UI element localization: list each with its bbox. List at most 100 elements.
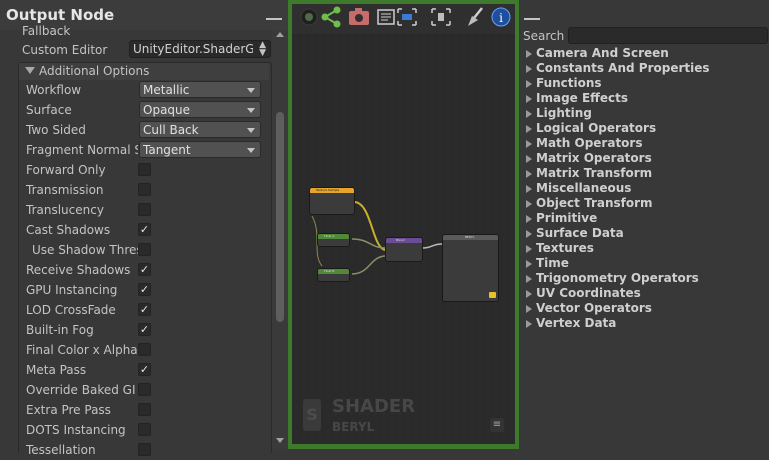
float-b-node[interactable]: Float B bbox=[317, 268, 350, 282]
option-checkbox[interactable]: ✓ bbox=[138, 363, 151, 376]
info-icon[interactable]: i bbox=[490, 4, 512, 30]
expand-arrow-icon bbox=[526, 170, 532, 178]
share-icon[interactable] bbox=[320, 4, 342, 30]
node-canvas[interactable]: Texture Sample Float A Float B Blend BER… bbox=[292, 34, 515, 444]
option-checkbox[interactable] bbox=[138, 343, 151, 356]
category-label: Logical Operators bbox=[536, 121, 657, 135]
option-checkbox[interactable]: ✓ bbox=[138, 223, 151, 236]
float-a-node[interactable]: Float A bbox=[317, 233, 350, 247]
option-row-override-baked-gi: Override Baked GI bbox=[0, 380, 270, 400]
expand-arrow-icon bbox=[526, 245, 532, 253]
scroll-down-icon[interactable] bbox=[276, 438, 284, 443]
show-console-icon[interactable] bbox=[430, 4, 452, 30]
take-snapshot-icon[interactable] bbox=[376, 4, 398, 30]
blend-title: Blend bbox=[396, 238, 405, 242]
option-dropdown[interactable]: Metallic bbox=[139, 81, 261, 98]
dropdown-arrow-icon bbox=[247, 88, 255, 93]
expand-arrow-icon bbox=[526, 110, 532, 118]
option-checkbox[interactable] bbox=[138, 423, 151, 436]
blend-node[interactable]: Blend bbox=[385, 237, 423, 262]
cleanup-icon[interactable] bbox=[464, 4, 486, 30]
option-row-dots-instancing: DOTS Instancing bbox=[0, 420, 270, 440]
category-label: Textures bbox=[536, 241, 594, 255]
custom-editor-field[interactable]: UnityEditor.ShaderGr ▲ ▼ bbox=[129, 40, 271, 58]
dropdown-arrow-icon bbox=[247, 148, 255, 153]
category-label: Camera And Screen bbox=[536, 46, 669, 60]
option-checkbox[interactable] bbox=[138, 243, 151, 256]
option-row-surface: Surface Opaque bbox=[0, 100, 270, 120]
dropdown-arrow-icon bbox=[247, 128, 255, 133]
option-row-gpu-instancing: GPU Instancing ✓ bbox=[0, 280, 270, 300]
foldout-arrow-icon bbox=[25, 67, 35, 74]
fallback-label: Fallback bbox=[22, 24, 71, 36]
canvas-menu-icon[interactable]: ≡ bbox=[490, 418, 504, 432]
option-dropdown[interactable]: Opaque bbox=[139, 101, 261, 118]
option-label: Extra Pre Pass bbox=[26, 403, 111, 417]
expand-arrow-icon bbox=[526, 65, 532, 73]
search-label: Search bbox=[523, 29, 565, 43]
expand-arrow-icon bbox=[526, 290, 532, 298]
shader-beryl-logo-icon: S bbox=[303, 399, 321, 431]
clean-icon[interactable] bbox=[396, 4, 418, 30]
expand-arrow-icon bbox=[526, 185, 532, 193]
option-label: Transmission bbox=[26, 183, 104, 197]
watermark-beryl: BERYL bbox=[332, 420, 375, 434]
option-label: Translucency bbox=[26, 203, 104, 217]
category-label: Constants And Properties bbox=[536, 61, 710, 75]
option-label: Forward Only bbox=[26, 163, 106, 177]
option-checkbox[interactable] bbox=[138, 203, 151, 216]
option-label: Final Color x Alpha bbox=[26, 343, 138, 357]
option-checkbox[interactable] bbox=[138, 383, 151, 396]
category-label: Vector Operators bbox=[536, 301, 652, 315]
texture-sample-title: Texture Sample bbox=[316, 188, 340, 192]
svg-text:i: i bbox=[499, 11, 503, 25]
option-checkbox[interactable] bbox=[138, 183, 151, 196]
dropdown-value: Opaque bbox=[143, 103, 191, 117]
search-input[interactable] bbox=[568, 27, 768, 44]
option-label: Meta Pass bbox=[26, 363, 87, 377]
category-label: Lighting bbox=[536, 106, 592, 120]
option-checkbox[interactable] bbox=[138, 443, 151, 456]
texture-sample-node[interactable]: Texture Sample bbox=[309, 187, 355, 215]
option-label: Built-in Fog bbox=[26, 323, 94, 337]
option-dropdown[interactable]: Tangent bbox=[139, 141, 261, 158]
additional-options-foldout[interactable]: Additional Options bbox=[19, 63, 269, 80]
option-checkbox[interactable]: ✓ bbox=[138, 283, 151, 296]
option-row-built-in-fog: Built-in Fog ✓ bbox=[0, 320, 270, 340]
expand-arrow-icon bbox=[526, 215, 532, 223]
option-checkbox[interactable] bbox=[138, 163, 151, 176]
option-checkbox[interactable]: ✓ bbox=[138, 323, 151, 336]
expand-arrow-icon bbox=[526, 80, 532, 88]
custom-editor-label: Custom Editor bbox=[22, 43, 108, 57]
palette-menu-icon[interactable] bbox=[524, 18, 540, 20]
scroll-up-icon[interactable] bbox=[276, 32, 284, 37]
option-row-translucency: Translucency bbox=[0, 200, 270, 220]
option-label: Override Baked GI bbox=[26, 383, 136, 397]
category-label: Vertex Data bbox=[536, 316, 617, 330]
panel-title: Output Node bbox=[6, 6, 115, 24]
expand-arrow-icon bbox=[526, 230, 532, 238]
float-a-title: Float A bbox=[324, 234, 335, 238]
category-label: Miscellaneous bbox=[536, 181, 632, 195]
output-node[interactable]: BERYL bbox=[442, 234, 499, 302]
option-checkbox[interactable]: ✓ bbox=[138, 263, 151, 276]
option-dropdown[interactable]: Cull Back bbox=[139, 121, 261, 138]
panel-menu-icon[interactable] bbox=[266, 18, 282, 20]
option-checkbox[interactable] bbox=[138, 403, 151, 416]
option-row-final-color-x-alpha: Final Color x Alpha bbox=[0, 340, 270, 360]
left-scrollbar-thumb[interactable] bbox=[276, 112, 284, 322]
option-row-cast-shadows: Cast Shadows ✓ bbox=[0, 220, 270, 240]
live-preview-icon[interactable] bbox=[298, 4, 320, 30]
option-label: Workflow bbox=[26, 83, 82, 97]
category-label: Trigonometry Operators bbox=[536, 271, 699, 285]
option-row-lod-crossfade: LOD CrossFade ✓ bbox=[0, 300, 270, 320]
dropdown-value: Metallic bbox=[143, 83, 190, 97]
option-checkbox[interactable]: ✓ bbox=[138, 303, 151, 316]
category-label: Surface Data bbox=[536, 226, 624, 240]
option-row-two-sided: Two Sided Cull Back bbox=[0, 120, 270, 140]
category-label: Time bbox=[536, 256, 569, 270]
screenshot-icon[interactable] bbox=[348, 4, 370, 30]
option-label: GPU Instancing bbox=[26, 283, 118, 297]
expand-arrow-icon bbox=[526, 155, 532, 163]
additional-options-title: Additional Options bbox=[39, 64, 150, 78]
